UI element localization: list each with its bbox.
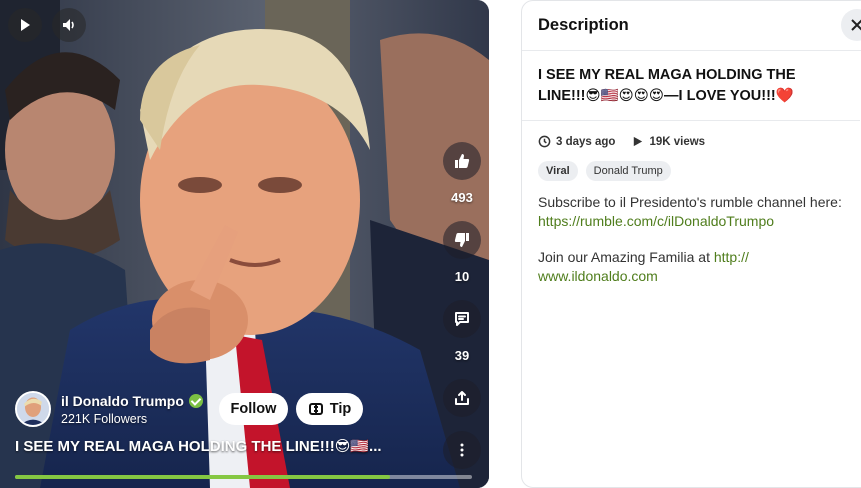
action-rail: 493 10 39: [443, 142, 481, 469]
view-count: 19K views: [649, 135, 706, 148]
avatar-image: [17, 393, 49, 425]
like-button[interactable]: [443, 142, 481, 180]
more-options-button[interactable]: [443, 431, 481, 469]
share-button[interactable]: [443, 379, 481, 417]
progress-fill: [15, 475, 390, 479]
follow-button[interactable]: Follow: [219, 393, 288, 425]
close-icon: [851, 19, 861, 31]
views-play-icon: [634, 136, 643, 147]
clock-icon: [538, 135, 551, 148]
verified-icon: [188, 393, 203, 408]
play-icon: [21, 19, 30, 31]
share-icon: [455, 391, 469, 405]
tip-label: Tip: [329, 401, 352, 417]
like-count: 493: [451, 190, 473, 205]
comment-icon: [455, 312, 469, 326]
website-link-part2[interactable]: www.ildonaldo.com: [538, 267, 851, 286]
follower-count: 221K Followers: [61, 411, 148, 426]
more-vertical-icon: [460, 443, 464, 457]
progress-bar[interactable]: [15, 475, 472, 479]
creator-info: il Donaldo Trumpo 221K Followers: [15, 391, 203, 427]
tag-list: Viral Donald Trump: [522, 148, 861, 181]
thumbs-up-icon: [455, 154, 470, 168]
creator-avatar[interactable]: [15, 391, 51, 427]
description-body: Subscribe to il Presidento's rumble chan…: [522, 181, 861, 286]
description-header: Description: [522, 1, 861, 51]
subscribe-text: Subscribe to il Presidento's rumble chan…: [538, 194, 842, 210]
tag-donald-trump[interactable]: Donald Trump: [585, 161, 671, 181]
follow-label: Follow: [230, 401, 277, 417]
description-panel: Description I SEE MY REAL MAGA HOLDING T…: [521, 0, 861, 488]
comment-count: 39: [454, 348, 470, 363]
posted-time: 3 days ago: [556, 135, 616, 148]
tip-icon: [308, 403, 323, 415]
join-text: Join our Amazing Familia at: [538, 249, 714, 265]
tag-viral[interactable]: Viral: [538, 161, 578, 181]
thumbs-down-icon: [454, 233, 469, 247]
page: 493 10 39 il Donaldo Trumpo 221K Followe…: [0, 0, 861, 488]
video-meta: 3 days ago 19K views: [522, 121, 861, 148]
description-title: I SEE MY REAL MAGA HOLDING THE LINE!!!😎🇺…: [522, 51, 860, 121]
dislike-count: 10: [454, 269, 470, 284]
volume-button[interactable]: [52, 8, 86, 42]
play-button[interactable]: [8, 8, 42, 42]
video-title: I SEE MY REAL MAGA HOLDING THE LINE!!!😎🇺…: [15, 438, 382, 455]
comments-button[interactable]: [443, 300, 481, 338]
rumble-channel-link[interactable]: https://rumble.com/c/ilDonaldoTrumpo: [538, 212, 851, 231]
creator-name[interactable]: il Donaldo Trumpo: [61, 393, 184, 409]
video-player[interactable]: 493 10 39 il Donaldo Trumpo 221K Followe…: [0, 0, 489, 488]
tip-button[interactable]: Tip: [296, 393, 363, 425]
description-heading: Description: [538, 16, 629, 34]
volume-icon: [63, 19, 74, 31]
dislike-button[interactable]: [443, 221, 481, 259]
website-link-part1[interactable]: http://: [714, 249, 749, 265]
